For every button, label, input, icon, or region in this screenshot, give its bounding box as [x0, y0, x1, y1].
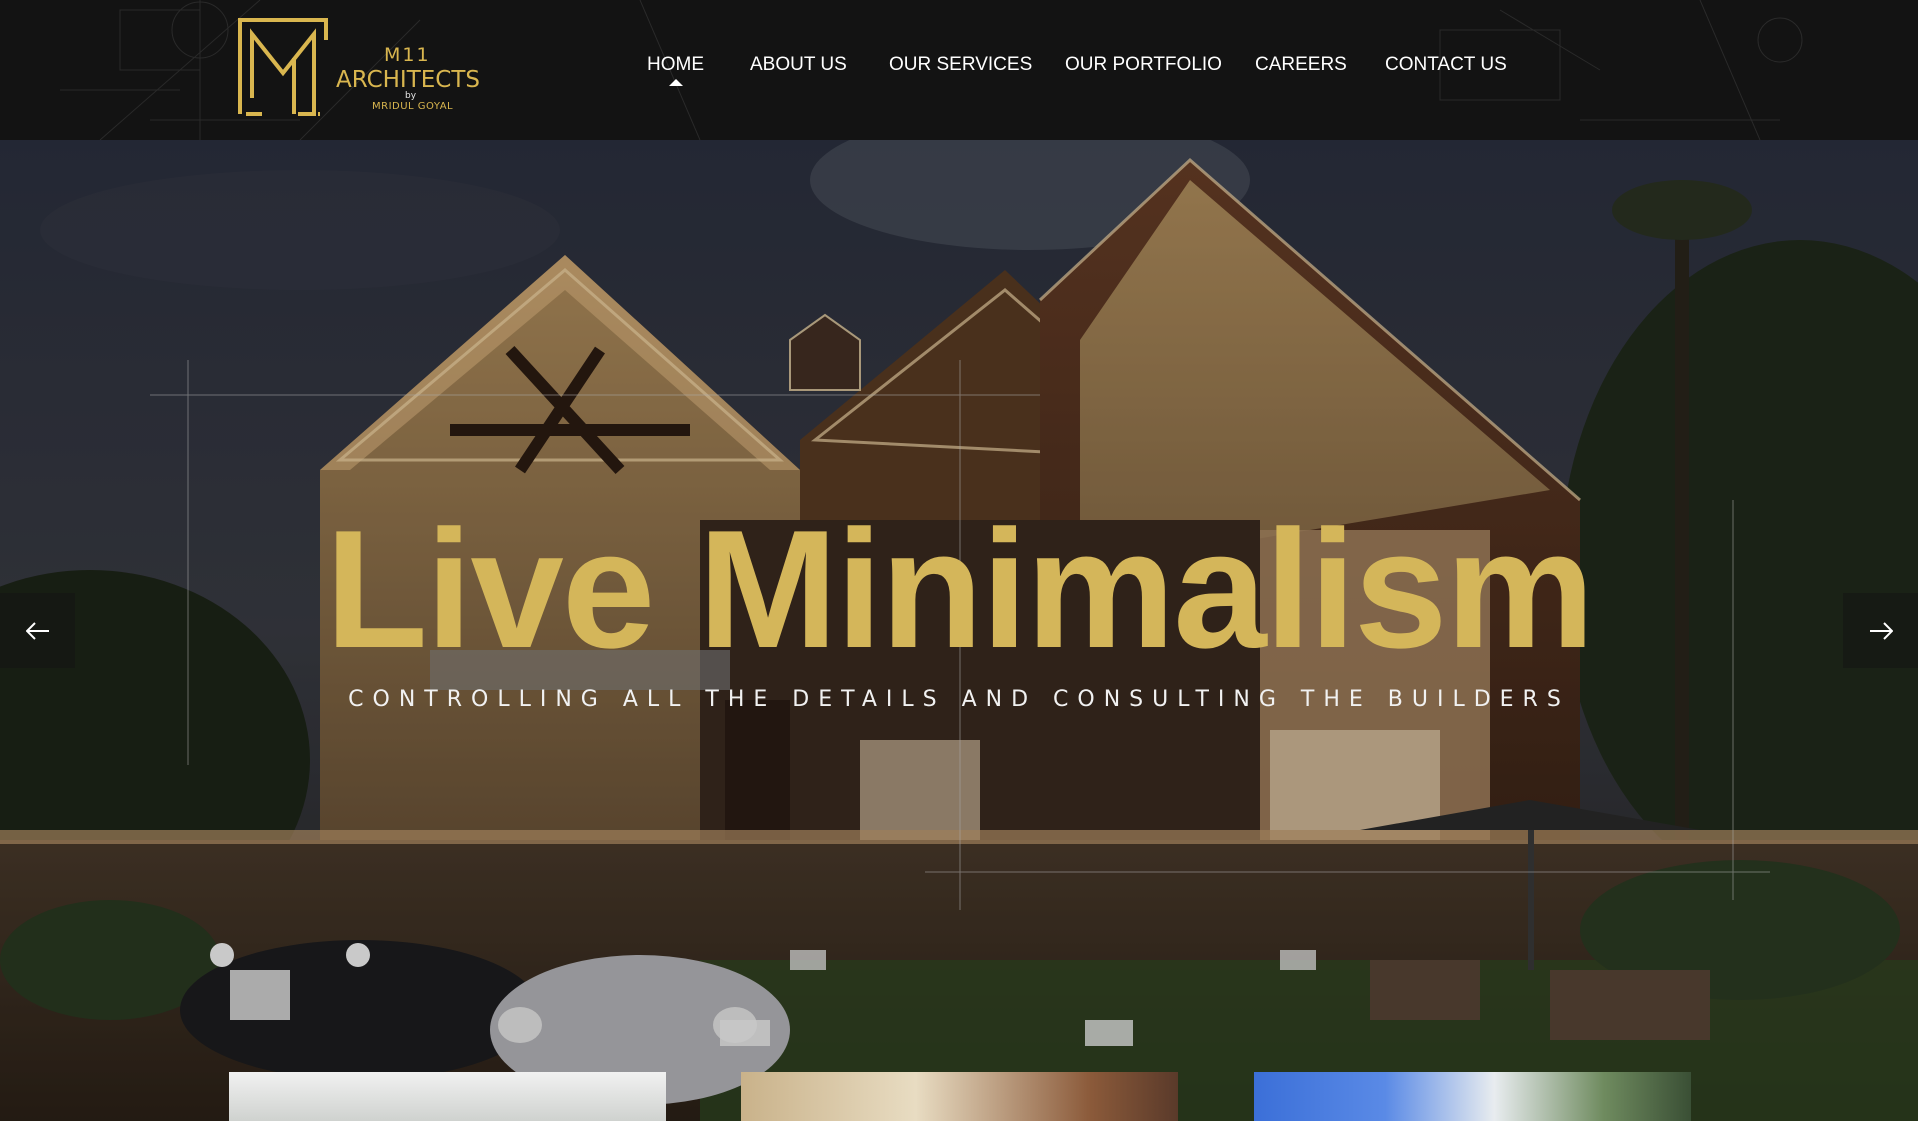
hero-title: Live Minimalism: [325, 495, 1595, 683]
nav-item-about-us[interactable]: ABOUT US: [750, 54, 847, 76]
logo-text-architects: ARCHITECTS: [336, 67, 480, 93]
nav-item-label: ABOUT US: [750, 54, 847, 75]
nav-item-label: CAREERS: [1255, 54, 1347, 75]
logo[interactable]: M11 ARCHITECTS by MRIDUL GOYAL: [238, 18, 488, 118]
nav-item-label: OUR PORTFOLIO: [1065, 54, 1222, 75]
project-card-2[interactable]: [741, 1072, 1178, 1121]
active-caret-icon: [668, 79, 683, 86]
nav-item-label: CONTACT US: [1385, 54, 1507, 75]
hero-subtitle: CONTROLLING ALL THE DETAILS AND CONSULTI…: [348, 687, 1570, 712]
slider-prev-button[interactable]: [0, 593, 75, 668]
logo-text-owner: MRIDUL GOYAL: [372, 101, 454, 112]
project-card-1[interactable]: [229, 1072, 666, 1121]
hero-slider: Live Minimalism CONTROLLING ALL THE DETA…: [0, 140, 1918, 1121]
project-card-3[interactable]: [1254, 1072, 1691, 1121]
nav-item-careers[interactable]: CAREERS: [1255, 54, 1347, 76]
nav-item-contact-us[interactable]: CONTACT US: [1385, 54, 1507, 76]
nav-item-home[interactable]: HOME: [647, 54, 704, 86]
arrow-right-icon: [1869, 621, 1893, 640]
nav-item-our-services[interactable]: OUR SERVICES: [889, 54, 1032, 76]
logo-text-m11: M11: [384, 44, 431, 66]
slider-next-button[interactable]: [1843, 593, 1918, 668]
m11-logo-icon: [238, 18, 328, 116]
arrow-left-icon: [25, 621, 49, 640]
site-header: M11 ARCHITECTS by MRIDUL GOYAL HOME ABOU…: [0, 0, 1918, 140]
nav-item-our-portfolio[interactable]: OUR PORTFOLIO: [1065, 54, 1222, 76]
nav-item-label: OUR SERVICES: [889, 54, 1033, 75]
nav-item-label: HOME: [647, 54, 704, 75]
logo-text-by: by: [405, 91, 417, 101]
